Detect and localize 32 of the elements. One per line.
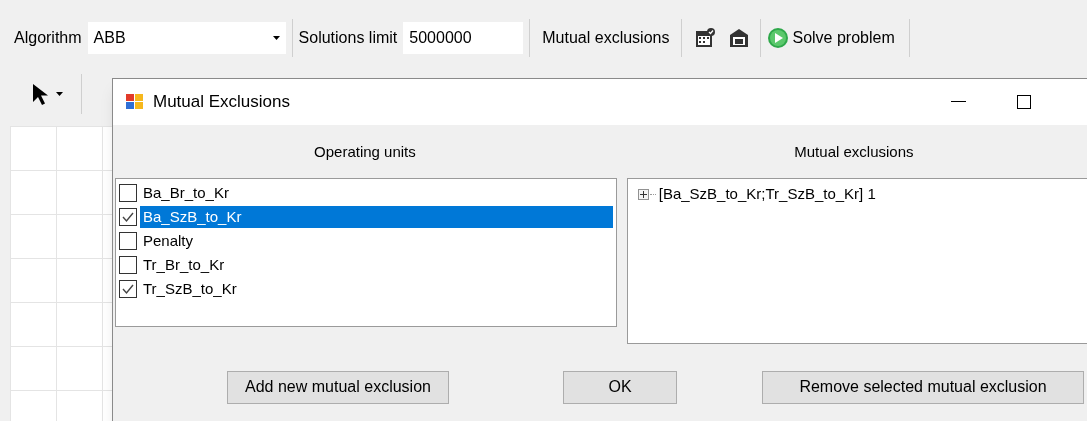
list-item[interactable]: Tr_Br_to_Kr (140, 253, 613, 276)
dialog-title: Mutual Exclusions (153, 91, 290, 114)
checkbox[interactable] (119, 183, 137, 202)
column-heading: Operating units (314, 142, 416, 162)
building-icon[interactable] (728, 27, 751, 49)
maximize-icon[interactable] (1017, 95, 1031, 109)
dialog-button[interactable]: Add new mutual exclusion (227, 370, 449, 404)
dialog-button[interactable]: OK (563, 370, 677, 404)
window-icon (125, 93, 145, 111)
solutions-limit-field[interactable]: 5000000 (403, 22, 524, 54)
list-item[interactable]: Tr_SzB_to_Kr (140, 277, 613, 300)
solutions-limit-label: Solutions limit (298, 28, 398, 48)
tree-item[interactable]: [Ba_SzB_to_Kr;Tr_SzB_to_Kr] 1 (658, 183, 876, 206)
algorithm-dropdown[interactable]: ABB (87, 22, 286, 54)
play-icon (767, 27, 790, 49)
mutual-exclusions-button[interactable]: Mutual exclusions (536, 22, 676, 54)
pointer-icon[interactable] (30, 82, 50, 106)
solve-problem-button[interactable]: Solve problem (765, 22, 897, 54)
checkbox[interactable] (119, 279, 137, 298)
checkbox[interactable] (119, 255, 137, 274)
dropdown-arrow-icon (272, 36, 280, 40)
column-heading: Mutual exclusions (794, 142, 914, 162)
algorithm-label: Algorithm (14, 28, 82, 48)
checkbox[interactable] (119, 207, 137, 226)
list-item[interactable]: Ba_SzB_to_Kr (140, 205, 613, 228)
dropdown-arrow-icon[interactable] (56, 92, 63, 96)
expand-icon[interactable] (637, 189, 649, 200)
checkbox[interactable] (119, 231, 137, 250)
list-item[interactable]: Penalty (140, 229, 613, 252)
calendar-icon[interactable] (694, 27, 717, 49)
dialog-button[interactable]: Remove selected mutual exclusion (762, 370, 1084, 404)
list-item[interactable]: Ba_Br_to_Kr (140, 181, 613, 204)
